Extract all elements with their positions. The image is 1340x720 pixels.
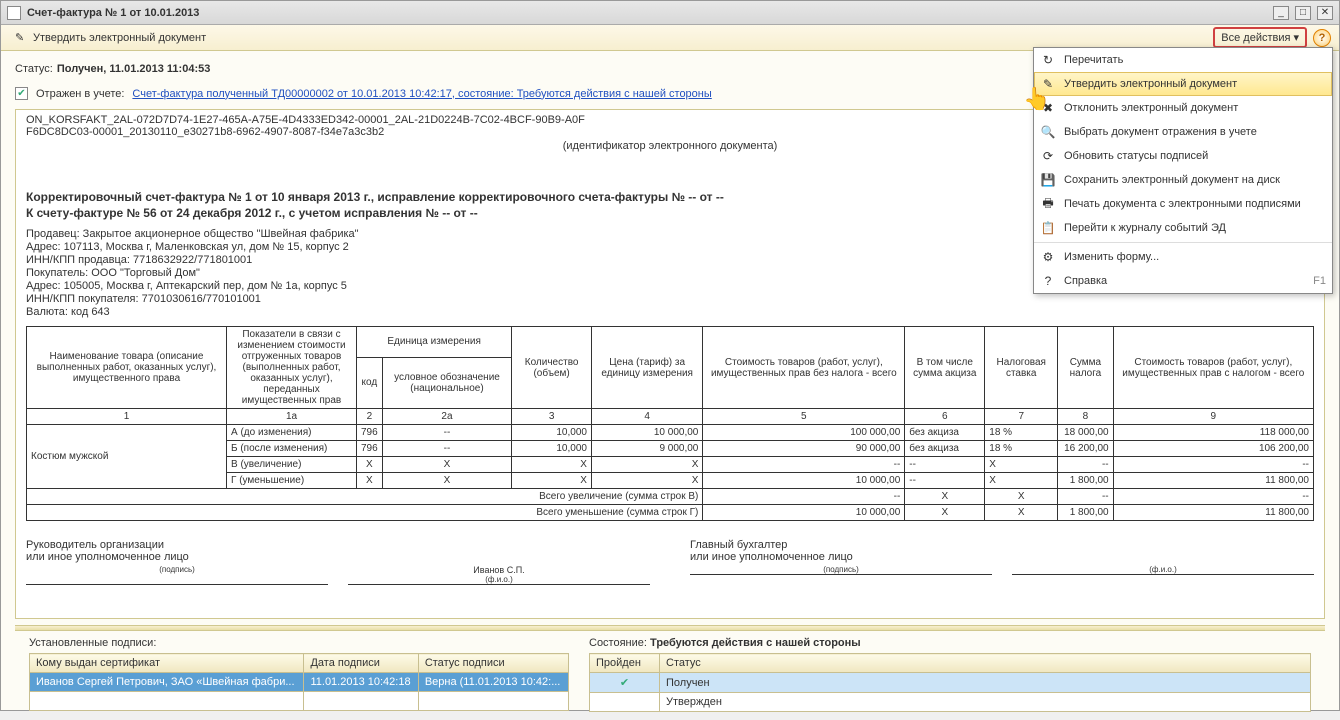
menu-separator [1034, 242, 1332, 243]
maximize-button[interactable]: □ [1295, 6, 1311, 20]
signatures-label: Установленные подписи: [29, 637, 569, 649]
total-dec-label: Всего уменьшение (сумма строк Г) [27, 505, 703, 521]
th-name: Наименование товара (описание выполненны… [27, 327, 227, 409]
th-cost: Стоимость товаров (работ, услуг), имущес… [703, 327, 905, 409]
menu-item-icon: ⟳ [1040, 148, 1056, 164]
th-unit: Единица измерения [357, 327, 512, 358]
th-rate: Налоговая ставка [985, 327, 1058, 409]
state-value: Требуются действия с нашей стороны [650, 637, 861, 649]
menu-item[interactable]: 📋 Перейти к журналу событий ЭД [1034, 216, 1332, 240]
menu-item-label: Перечитать [1064, 54, 1123, 66]
th-excise: В том числе сумма акциза [905, 327, 985, 409]
th-qty: Количество (объем) [512, 327, 592, 409]
col-who[interactable]: Кому выдан сертификат [30, 654, 304, 673]
menu-item[interactable]: ⟳ Обновить статусы подписей [1034, 144, 1332, 168]
approve-button[interactable]: ✎ Утвердить электронный документ [9, 29, 212, 47]
acc-sign-line: (подпись) [690, 565, 992, 575]
approve-icon: ✎ [15, 31, 29, 45]
all-actions-label: Все действия [1221, 32, 1290, 44]
th-price: Цена (тариф) за единицу измерения [591, 327, 702, 409]
menu-item-icon: 🔍 [1040, 124, 1056, 140]
col-date[interactable]: Дата подписи [304, 654, 418, 673]
menu-item[interactable]: ↻ Перечитать [1034, 48, 1332, 72]
th-tax: Сумма налога [1058, 327, 1113, 409]
menu-item[interactable]: ✎Утвердить электронный документ [1034, 72, 1332, 96]
minimize-button[interactable]: _ [1273, 6, 1289, 20]
col-state-status[interactable]: Статус [660, 654, 1311, 673]
titlebar: Счет-фактура № 1 от 10.01.2013 _ □ ✕ [1, 1, 1339, 25]
menu-item[interactable]: ✖Отклонить электронный документ [1034, 96, 1332, 120]
invoice-table: Наименование товара (описание выполненны… [26, 326, 1314, 521]
menu-item-label: Справка [1064, 275, 1107, 287]
menu-item-label: Перейти к журналу событий ЭД [1064, 222, 1226, 234]
head-label: Руководитель организации или иное уполно… [26, 539, 650, 563]
state-row[interactable]: ✔Получен [590, 673, 1311, 693]
signature-row-empty [30, 692, 569, 711]
th-cond: условное обозначение (национальное) [382, 357, 512, 409]
menu-item[interactable]: 💾 Сохранить электронный документ на диск [1034, 168, 1332, 192]
col-status[interactable]: Статус подписи [418, 654, 568, 673]
approve-label: Утвердить электронный документ [33, 32, 206, 44]
menu-item[interactable]: 🔍 Выбрать документ отражения в учете [1034, 120, 1332, 144]
status-value: Получен, 11.01.2013 11:04:53 [57, 63, 211, 75]
total-inc-label: Всего увеличение (сумма строк В) [27, 489, 703, 505]
menu-item-icon: ↻ [1040, 52, 1056, 68]
help-button[interactable]: ? [1313, 29, 1331, 47]
menu-item[interactable]: 🖶 Печать документа с электронными подпися… [1034, 192, 1332, 216]
cursor-icon: 👆 [1023, 86, 1050, 112]
currency: Валюта: код 643 [26, 306, 1314, 318]
signature-row[interactable]: Иванов Сергей Петрович, ЗАО «Швейная фаб… [30, 673, 569, 692]
reflected-link[interactable]: Счет-фактура полученный ТД00000002 от 10… [132, 88, 711, 100]
menu-item[interactable]: ? Справка F1 [1034, 269, 1332, 293]
acc-name-line: (ф.и.о.) [1012, 565, 1314, 575]
menu-shortcut: F1 [1313, 275, 1326, 287]
state-grid[interactable]: Пройден Статус ✔ПолученУтвержден [589, 653, 1311, 712]
splitter[interactable] [15, 625, 1325, 631]
acc-label: Главный бухгалтер или иное уполномоченно… [690, 539, 1314, 563]
menu-item-icon: ? [1040, 273, 1056, 289]
all-actions-button[interactable]: Все действия ▾ [1213, 27, 1307, 48]
col-passed[interactable]: Пройден [590, 654, 660, 673]
menu-item-label: Изменить форму... [1064, 251, 1159, 263]
menu-item-label: Сохранить электронный документ на диск [1064, 174, 1280, 186]
signatures-grid[interactable]: Кому выдан сертификат Дата подписи Стату… [29, 653, 569, 711]
invoice-row: Костюм мужскойА (до изменения)796--10,00… [27, 425, 1314, 441]
buyer-inn: ИНН/КПП покупателя: 7701030616/770101001 [26, 293, 1314, 305]
actions-menu: ↻ Перечитать ✎Утвердить электронный докуме… [1033, 47, 1333, 294]
menu-item[interactable]: ⚙ Изменить форму... [1034, 245, 1332, 269]
menu-item-icon: 💾 [1040, 172, 1056, 188]
chevron-down-icon: ▾ [1293, 31, 1299, 44]
reflected-label: Отражен в учете: [36, 88, 124, 100]
window-title: Счет-фактура № 1 от 10.01.2013 [27, 7, 1273, 19]
menu-item-label: Выбрать документ отражения в учете [1064, 126, 1257, 138]
head-sign-line: (подпись) [26, 565, 328, 585]
state-label: Состояние: [589, 637, 647, 649]
menu-item-label: Отклонить электронный документ [1064, 102, 1238, 114]
menu-item-label: Печать документа с электронными подписям… [1064, 198, 1301, 210]
menu-item-label: Утвердить электронный документ [1064, 78, 1237, 90]
status-label: Статус: [15, 63, 53, 75]
menu-item-icon: 📋 [1040, 220, 1056, 236]
state-row[interactable]: Утвержден [590, 693, 1311, 712]
head-name-line: Иванов С.П.(ф.и.о.) [348, 565, 650, 585]
th-indicators: Показатели в связи с изменением стоимост… [227, 327, 357, 409]
menu-item-icon: ⚙ [1040, 249, 1056, 265]
reflected-checkbox[interactable]: ✔ [15, 87, 28, 100]
menu-item-label: Обновить статусы подписей [1064, 150, 1208, 162]
th-code: код [357, 357, 383, 409]
menu-item-icon: 🖶 [1040, 196, 1056, 212]
th-total: Стоимость товаров (работ, услуг), имущес… [1113, 327, 1313, 409]
close-button[interactable]: ✕ [1317, 6, 1333, 20]
app-icon [7, 6, 21, 20]
